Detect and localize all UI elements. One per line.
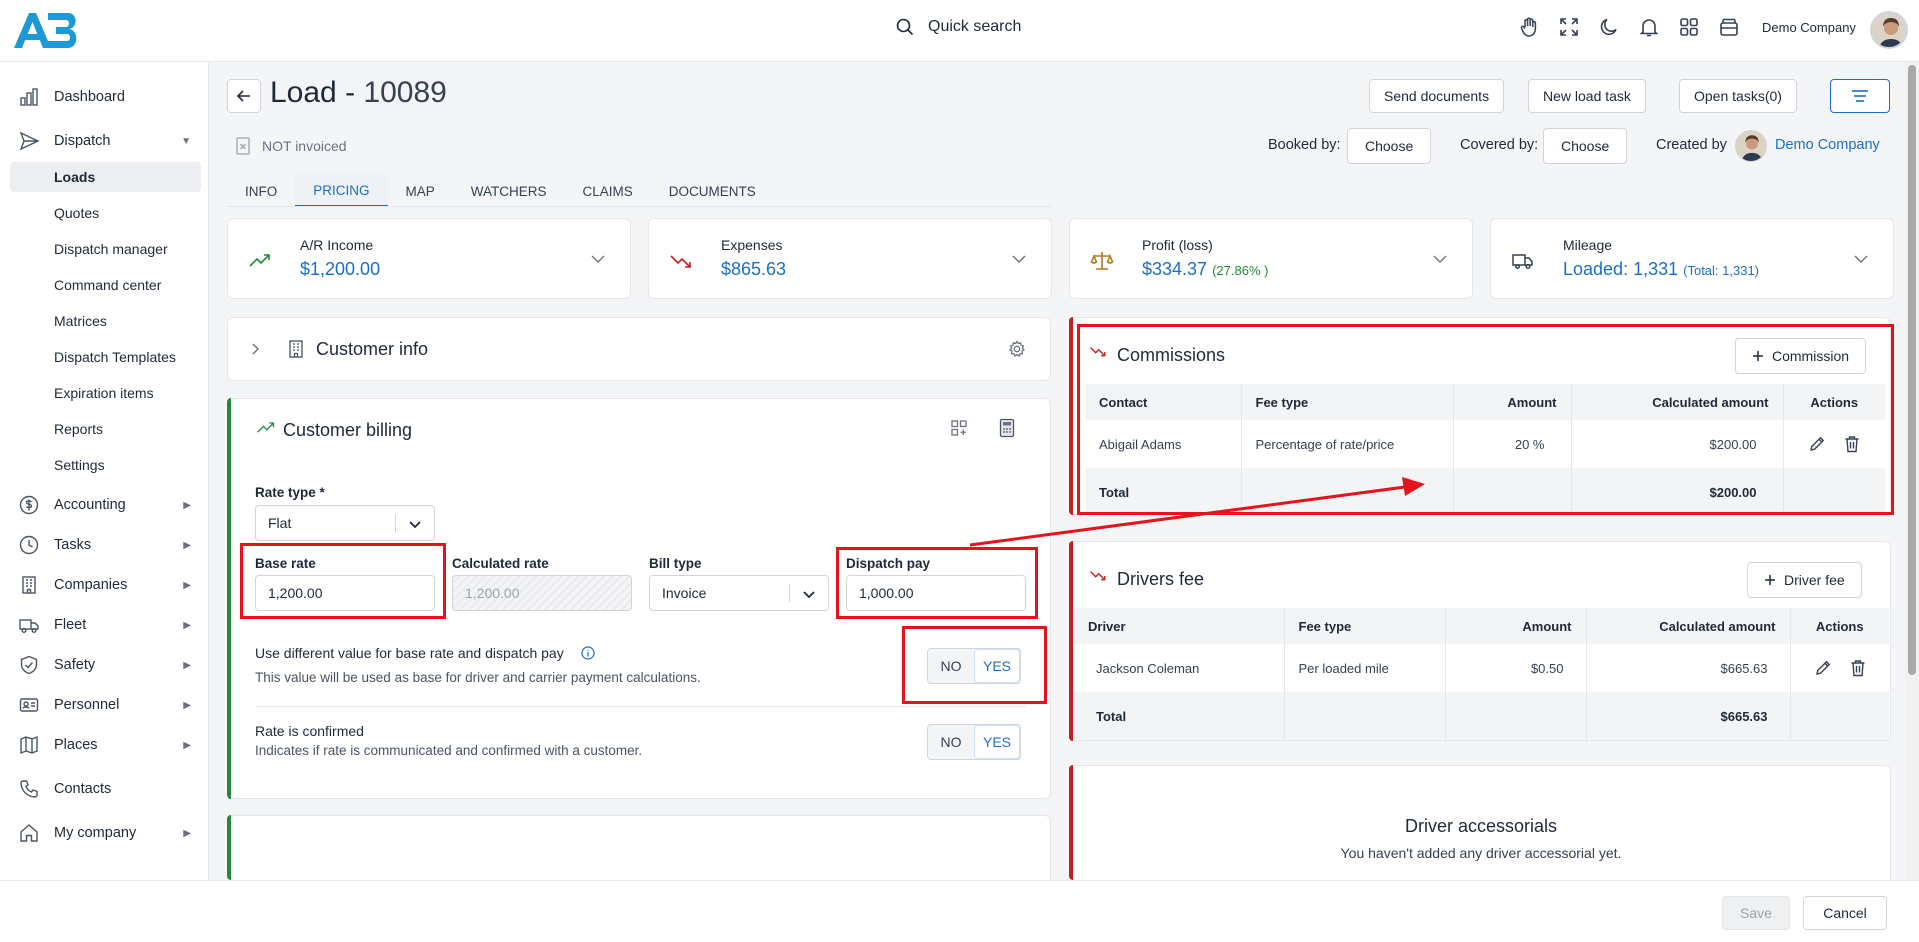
page-scrollbar[interactable] xyxy=(1905,62,1919,880)
scrollbar-thumb[interactable] xyxy=(1908,65,1916,675)
footer-bar: Save Cancel xyxy=(0,880,1919,942)
cancel-button[interactable]: Cancel xyxy=(1803,896,1887,930)
annotation-arrow xyxy=(969,477,1425,547)
save-button[interactable]: Save xyxy=(1722,896,1790,930)
